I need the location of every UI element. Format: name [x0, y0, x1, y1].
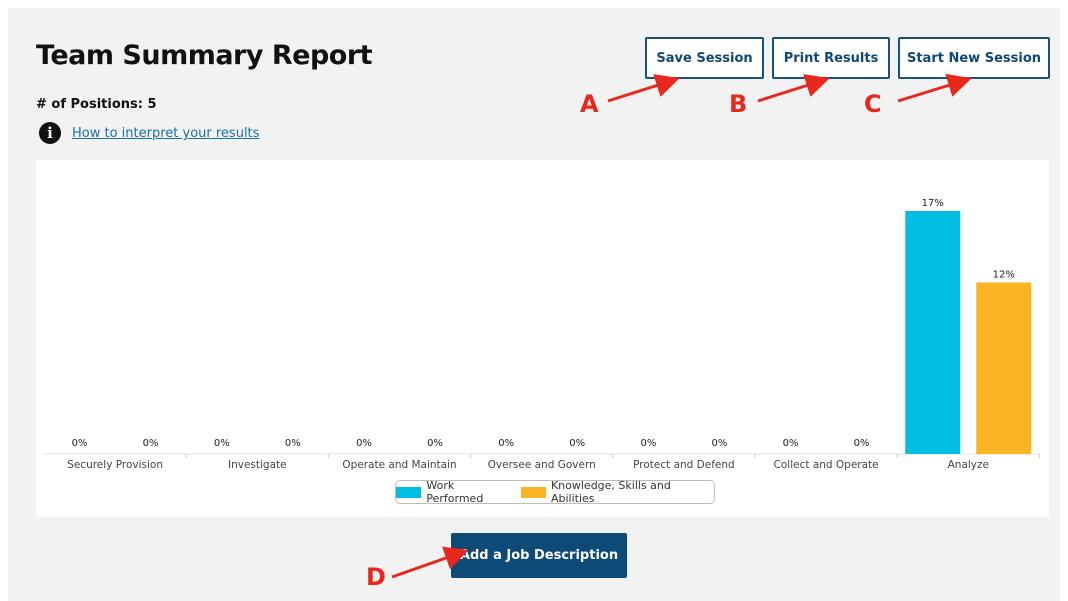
data-label-work-performed-4: 0% [640, 438, 656, 449]
print-results-button[interactable]: Print Results [772, 37, 890, 79]
chart-legend: Work Performed Knowledge, Skills and Abi… [395, 479, 715, 505]
info-icon: i [39, 122, 61, 144]
legend-label-work-performed: Work Performed [426, 479, 484, 505]
legend-label-ksa: Knowledge, Skills and Abilities [550, 479, 671, 505]
data-label-work-performed-0: 0% [72, 438, 88, 449]
legend-item-ksa: Knowledge, Skills and Abilities [520, 479, 714, 505]
data-label-work-performed-2: 0% [356, 438, 372, 449]
data-label-ksa-6: 12% [993, 269, 1015, 280]
interpret-results-link[interactable]: How to interpret your results [72, 126, 259, 141]
add-job-description-button[interactable]: Add a Job Description [451, 533, 627, 578]
chart-card: 0% 0% Securely Provision 0% 0% Investigate 0% 0… [36, 160, 1049, 517]
bar-ksa-6 [976, 282, 1032, 454]
callout-label-a: A [580, 90, 599, 118]
x-tick-label-0: Securely Provision [67, 459, 163, 471]
data-label-ksa-3: 0% [569, 438, 585, 449]
x-tick-label-5: Collect and Operate [774, 459, 879, 471]
callout-label-b: B [729, 90, 748, 118]
legend-item-work-performed: Work Performed [396, 479, 513, 505]
x-tick-label-4: Protect and Defend [633, 459, 735, 471]
data-label-ksa-2: 0% [427, 438, 443, 449]
data-label-work-performed-1: 0% [214, 438, 230, 449]
data-label-work-performed-5: 0% [783, 438, 799, 449]
data-label-ksa-4: 0% [711, 438, 727, 449]
page-title: Team Summary Report [36, 40, 373, 71]
x-tick-label-3: Oversee and Govern [488, 459, 596, 471]
x-tick-label-2: Operate and Maintain [342, 459, 456, 471]
start-new-session-button[interactable]: Start New Session [898, 37, 1050, 79]
data-label-ksa-5: 0% [854, 438, 870, 449]
data-label-ksa-0: 0% [143, 438, 159, 449]
callout-label-d: D [366, 563, 386, 591]
x-tick-label-1: Investigate [228, 459, 287, 471]
legend-swatch-ksa [520, 486, 546, 498]
x-tick-label-6: Analyze [948, 459, 989, 471]
data-label-work-performed-6: 17% [922, 198, 944, 209]
legend-swatch-work-performed [396, 486, 422, 498]
callout-label-c: C [864, 90, 882, 118]
save-session-button[interactable]: Save Session [645, 37, 764, 79]
positions-count: # of Positions: 5 [36, 97, 157, 112]
data-label-ksa-1: 0% [285, 438, 301, 449]
bar-chart: 0% 0% Securely Provision 0% 0% Investigate 0% 0… [44, 198, 1040, 471]
data-label-work-performed-3: 0% [498, 438, 514, 449]
bar-work-performed-6 [905, 211, 961, 454]
